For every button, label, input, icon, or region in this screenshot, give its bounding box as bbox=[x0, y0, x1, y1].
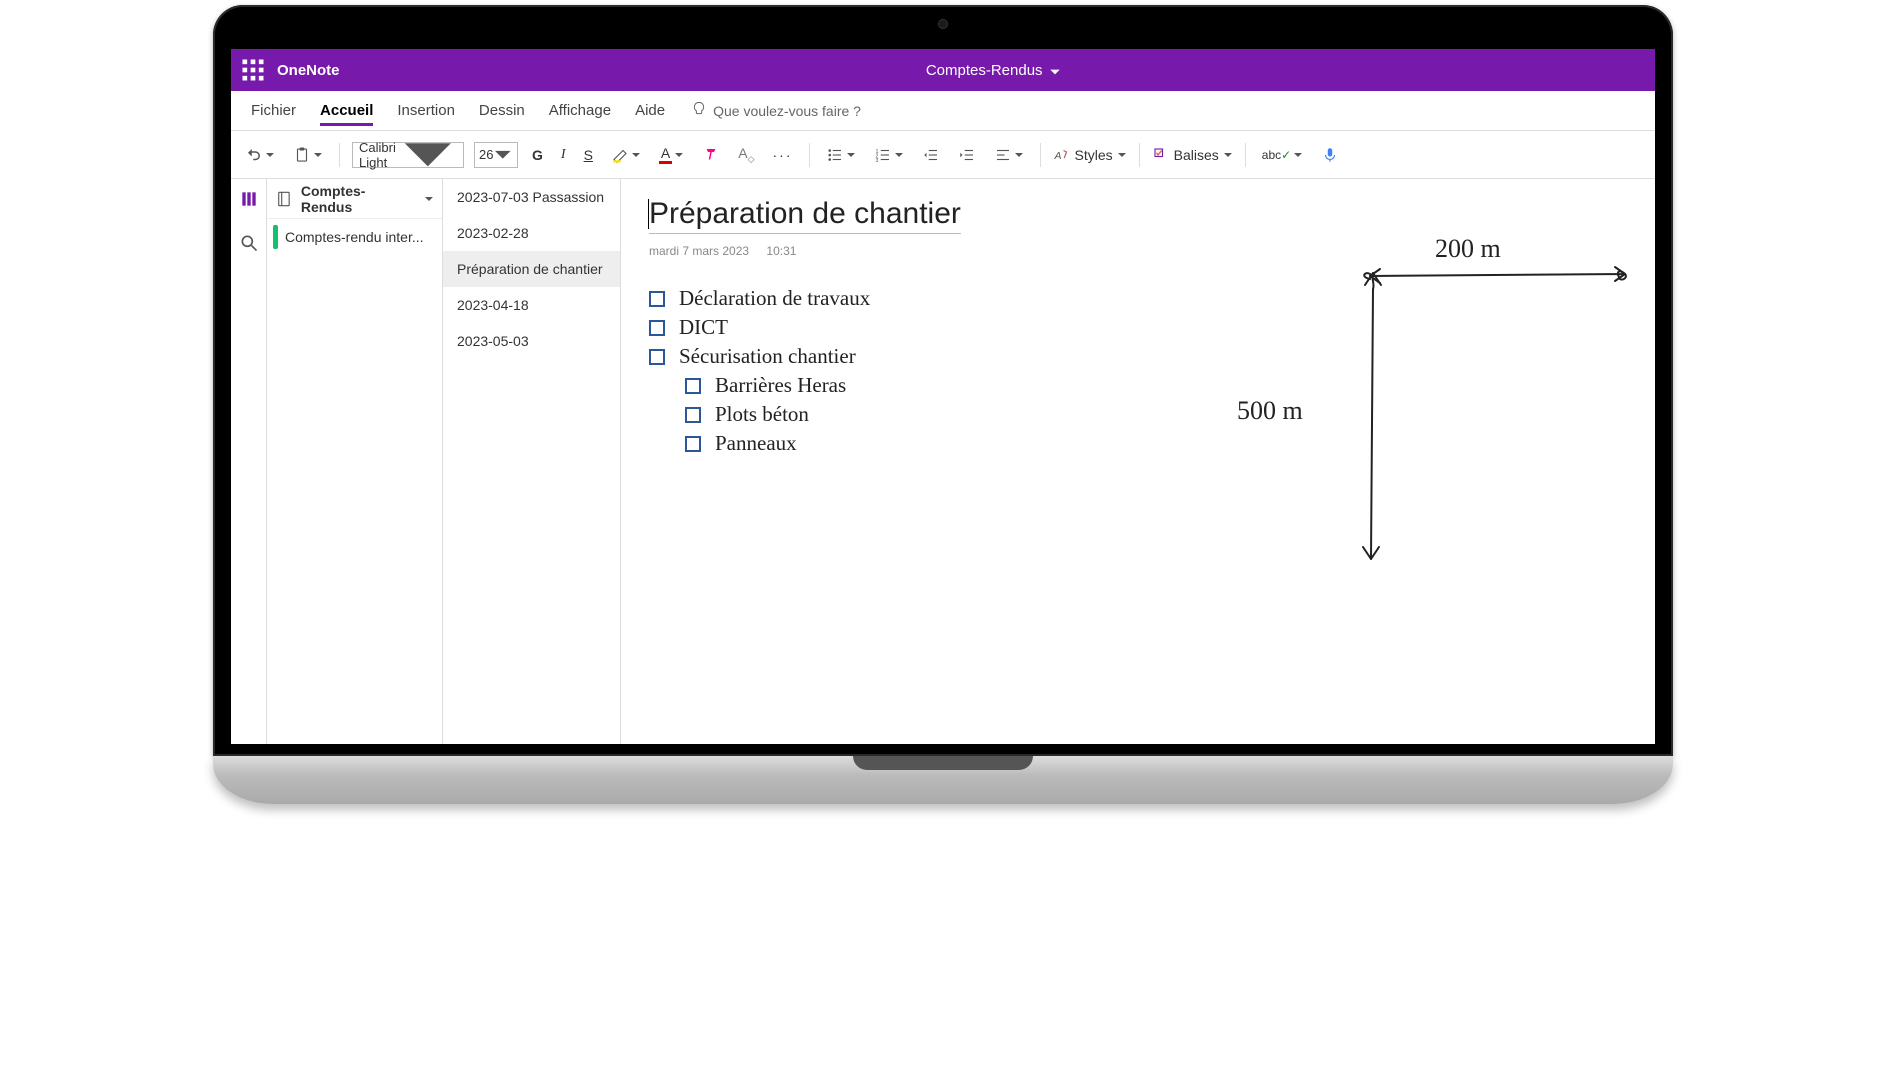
page-title[interactable]: Préparation de chantier bbox=[649, 195, 961, 234]
svg-text:A: A bbox=[1053, 149, 1061, 161]
checkbox-icon[interactable] bbox=[649, 320, 665, 336]
chevron-down-icon bbox=[424, 194, 434, 204]
format-painter-button[interactable]: A◇ bbox=[734, 140, 758, 170]
page-label: 2023-05-03 bbox=[457, 333, 529, 349]
tell-me-placeholder: Que voulez-vous faire ? bbox=[713, 103, 861, 119]
pages-panel: 2023-07-03 Passassion 2023-02-28 Prépara… bbox=[443, 179, 621, 744]
section-item[interactable]: Comptes-rendu inter... bbox=[267, 219, 442, 255]
ink-vertical-label: 500 m bbox=[1237, 396, 1303, 425]
ink-horizontal-label: 200 m bbox=[1435, 234, 1501, 263]
page-item[interactable]: 2023-04-18 bbox=[443, 287, 620, 323]
page-item[interactable]: 2023-07-03 Passassion bbox=[443, 179, 620, 215]
notebook-name: Comptes-Rendus bbox=[301, 183, 416, 215]
bullet-list-button[interactable] bbox=[822, 140, 860, 170]
bold-button[interactable]: G bbox=[528, 140, 547, 170]
font-name-value: Calibri Light bbox=[359, 140, 399, 170]
workspace: Comptes-Rendus Comptes-rendu inter... 20… bbox=[231, 179, 1655, 744]
page-label: 2023-04-18 bbox=[457, 297, 529, 313]
tags-label: Balises bbox=[1174, 147, 1219, 163]
chevron-down-icon bbox=[1049, 65, 1061, 77]
indent-button[interactable] bbox=[954, 140, 980, 170]
menu-accueil[interactable]: Accueil bbox=[310, 96, 383, 125]
spellcheck-button[interactable]: abc✓ bbox=[1258, 140, 1307, 170]
checklist-text: Plots béton bbox=[715, 402, 809, 427]
styles-label: Styles bbox=[1075, 147, 1113, 163]
notebook-icon bbox=[275, 190, 293, 208]
camera-icon bbox=[938, 19, 948, 29]
page-item[interactable]: Préparation de chantier bbox=[443, 251, 620, 287]
more-formatting-button[interactable]: ··· bbox=[769, 140, 797, 170]
section-label: Comptes-rendu inter... bbox=[285, 229, 424, 245]
checkbox-icon[interactable] bbox=[649, 349, 665, 365]
align-button[interactable] bbox=[990, 140, 1028, 170]
page-label: 2023-07-03 Passassion bbox=[457, 189, 604, 205]
checkbox-icon[interactable] bbox=[685, 436, 701, 452]
underline-button[interactable]: S bbox=[580, 140, 597, 170]
page-date: mardi 7 mars 2023 bbox=[649, 244, 749, 258]
styles-dropdown[interactable]: A Styles bbox=[1053, 146, 1127, 164]
page-time: 10:31 bbox=[766, 244, 796, 258]
ink-sketch: 200 m 500 m bbox=[1225, 229, 1645, 589]
menu-aide[interactable]: Aide bbox=[625, 96, 675, 125]
menu-fichier[interactable]: Fichier bbox=[241, 96, 306, 125]
checklist-text: Déclaration de travaux bbox=[679, 286, 870, 311]
page-item[interactable]: 2023-02-28 bbox=[443, 215, 620, 251]
dictate-button[interactable] bbox=[1317, 140, 1343, 170]
navigation-toggle-icon[interactable] bbox=[235, 185, 263, 213]
font-color-button[interactable]: A bbox=[655, 140, 688, 170]
italic-button[interactable]: I bbox=[557, 140, 570, 170]
checklist-text: Sécurisation chantier bbox=[679, 344, 856, 369]
checklist-text: Barrières Heras bbox=[715, 373, 846, 398]
tags-dropdown[interactable]: Balises bbox=[1152, 146, 1233, 164]
laptop-mockup: OneNote Comptes-Rendus Fichier Accueil I… bbox=[213, 5, 1673, 804]
menu-dessin[interactable]: Dessin bbox=[469, 96, 535, 125]
lightbulb-icon bbox=[691, 101, 707, 120]
app-launcher-icon[interactable] bbox=[239, 56, 267, 84]
page-canvas[interactable]: Préparation de chantier mardi 7 mars 202… bbox=[621, 179, 1655, 744]
checkbox-icon[interactable] bbox=[685, 378, 701, 394]
checkbox-icon[interactable] bbox=[685, 407, 701, 423]
notebook-selector[interactable]: Comptes-Rendus bbox=[267, 179, 442, 219]
search-icon[interactable] bbox=[235, 229, 263, 257]
font-size-value: 26 bbox=[479, 147, 493, 162]
clear-formatting-button[interactable] bbox=[698, 140, 724, 170]
page-label: Préparation de chantier bbox=[457, 261, 603, 277]
font-name-select[interactable]: Calibri Light bbox=[352, 142, 464, 168]
svg-text:3: 3 bbox=[875, 157, 878, 163]
undo-button[interactable] bbox=[241, 140, 279, 170]
checklist-text: DICT bbox=[679, 315, 728, 340]
page-item[interactable]: 2023-05-03 bbox=[443, 323, 620, 359]
outdent-button[interactable] bbox=[918, 140, 944, 170]
left-rail bbox=[231, 179, 267, 744]
highlight-button[interactable] bbox=[607, 140, 645, 170]
checklist-text: Panneaux bbox=[715, 431, 797, 456]
ribbon: Calibri Light 26 G I S A A◇ ··· 123 A Sty… bbox=[231, 131, 1655, 179]
font-size-select[interactable]: 26 bbox=[474, 142, 518, 168]
sections-panel: Comptes-Rendus Comptes-rendu inter... bbox=[267, 179, 443, 744]
paste-button[interactable] bbox=[289, 140, 327, 170]
menu-insertion[interactable]: Insertion bbox=[387, 96, 465, 125]
app-name: OneNote bbox=[277, 62, 340, 79]
title-bar: OneNote Comptes-Rendus bbox=[231, 49, 1655, 91]
notebook-title-dropdown[interactable]: Comptes-Rendus bbox=[926, 62, 1061, 79]
checkbox-icon[interactable] bbox=[649, 291, 665, 307]
numbered-list-button[interactable]: 123 bbox=[870, 140, 908, 170]
menu-affichage[interactable]: Affichage bbox=[539, 96, 621, 125]
notebook-title-label: Comptes-Rendus bbox=[926, 62, 1043, 79]
section-color-indicator bbox=[273, 225, 278, 249]
tell-me-search[interactable]: Que voulez-vous faire ? bbox=[691, 101, 861, 120]
page-label: 2023-02-28 bbox=[457, 225, 529, 241]
